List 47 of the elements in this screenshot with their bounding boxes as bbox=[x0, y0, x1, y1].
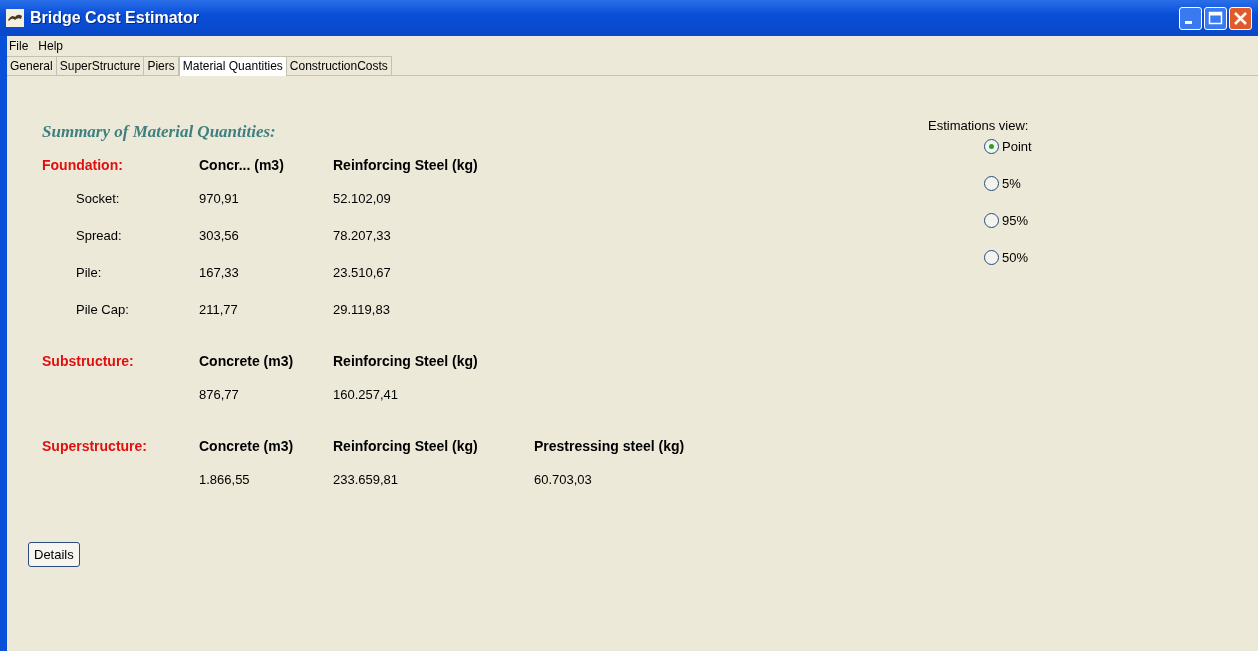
radio-option[interactable]: Point bbox=[984, 139, 1258, 154]
row-label: Pile Cap: bbox=[76, 302, 129, 317]
column-header: Concrete (m3) bbox=[199, 353, 295, 369]
column-header: Prestressing steel (kg) bbox=[534, 438, 685, 454]
column-header: Concr... (m3) bbox=[199, 157, 285, 173]
quantity-value: 167,33 bbox=[199, 265, 240, 280]
radio-option[interactable]: 95% bbox=[984, 213, 1258, 228]
section-label: Foundation: bbox=[42, 157, 124, 173]
quantity-value: 52.102,09 bbox=[333, 191, 392, 206]
details-button[interactable]: Details bbox=[28, 542, 80, 567]
estimations-label: Estimations view: bbox=[928, 118, 1030, 133]
quantity-value: 233.659,81 bbox=[333, 472, 400, 487]
window-title: Bridge Cost Estimator bbox=[30, 9, 200, 27]
bridge-icon bbox=[6, 9, 24, 27]
quantity-value: 160.257,41 bbox=[333, 387, 400, 402]
quantity-value: 78.207,33 bbox=[333, 228, 392, 243]
quantity-value: 23.510,67 bbox=[333, 265, 392, 280]
minimize-button[interactable] bbox=[1179, 6, 1202, 30]
row-label: Pile: bbox=[76, 265, 102, 280]
row-label: Spread: bbox=[76, 228, 122, 243]
tab[interactable]: Piers bbox=[144, 56, 179, 76]
column-header: Reinforcing Steel (kg) bbox=[333, 353, 479, 369]
column-header: Concrete (m3) bbox=[199, 438, 295, 454]
section-label: Superstructure: bbox=[42, 438, 149, 454]
section-label: Substructure: bbox=[42, 353, 135, 369]
radio-option[interactable]: 50% bbox=[984, 250, 1258, 265]
tab[interactable]: ConstructionCosts bbox=[286, 56, 392, 76]
column-header: Reinforcing Steel (kg) bbox=[333, 438, 479, 454]
row-label: Socket: bbox=[76, 191, 120, 206]
quantity-value: 1.866,55 bbox=[199, 472, 251, 487]
tab[interactable]: SuperStructure bbox=[56, 56, 145, 76]
close-button[interactable] bbox=[1229, 6, 1252, 30]
summary-heading: Summary of Material Quantities: bbox=[42, 122, 277, 142]
quantity-value: 970,91 bbox=[199, 191, 240, 206]
tab[interactable]: Material Quantities bbox=[178, 56, 287, 76]
menu-item[interactable]: File bbox=[9, 39, 29, 53]
quantity-value: 303,56 bbox=[199, 228, 240, 243]
quantity-value: 60.703,03 bbox=[534, 472, 593, 487]
radio-option[interactable]: 5% bbox=[984, 176, 1258, 191]
column-header: Reinforcing Steel (kg) bbox=[333, 157, 479, 173]
menu-item[interactable]: Help bbox=[38, 39, 64, 53]
quantity-value: 876,77 bbox=[199, 387, 240, 402]
maximize-button[interactable] bbox=[1204, 6, 1227, 30]
quantity-value: 29.119,83 bbox=[333, 302, 391, 317]
quantity-value: 211,77 bbox=[199, 302, 239, 317]
minimize-icon bbox=[1185, 20, 1192, 24]
tab[interactable]: General bbox=[7, 56, 57, 76]
